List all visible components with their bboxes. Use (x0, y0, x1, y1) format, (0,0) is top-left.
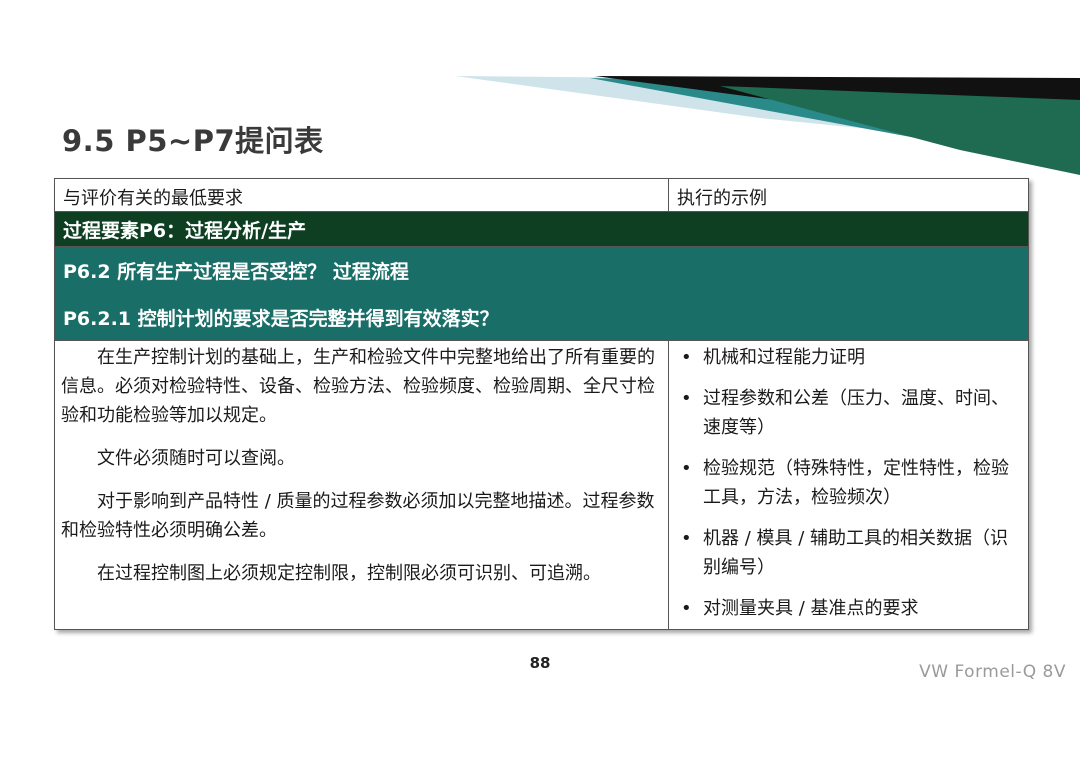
example-text: 机器 / 模具 / 辅助工具的相关数据（识别编号） (703, 528, 1009, 578)
requirement-paragraph: 在过程控制图上必须规定控制限，控制限必须可识别、可追溯。 (97, 563, 601, 584)
list-item: • 检验规范（特殊特性，定性特性，检验工具，方法，检验频次） (677, 454, 1022, 512)
examples-cell: • 机械和过程能力证明 • 过程参数和公差（压力、温度、时间、速度等） • 检验规范（… (669, 341, 1028, 629)
table-header-row: 与评价有关的最低要求 执行的示例 (55, 179, 1028, 212)
header-examples: 执行的示例 (677, 188, 767, 209)
bullet-icon: • (681, 598, 692, 619)
requirement-paragraph: 对于影响到产品特性 / 质量的过程参数必须加以完整地描述。过程参数和检验特性必须… (61, 491, 655, 541)
requirement-paragraph: 在生产控制计划的基础上，生产和检验文件中完整地给出了所有重要的信息。必须对检验特… (61, 347, 655, 426)
question-row: P6.2.1 控制计划的要求是否完整并得到有效落实？ (55, 294, 1028, 341)
requirements-table: 与评价有关的最低要求 执行的示例 过程要素P6：过程分析/生产 P6.2 所有生… (54, 178, 1029, 630)
slide-title: 9.5 P5~P7提问表 (62, 124, 324, 158)
header-min-requirements: 与评价有关的最低要求 (55, 179, 669, 211)
table-body-row: 在生产控制计划的基础上，生产和检验文件中完整地给出了所有重要的信息。必须对检验特… (55, 341, 1028, 629)
footer-brand: VW Formel-Q 8V (919, 662, 1066, 682)
requirements-cell: 在生产控制计划的基础上，生产和检验文件中完整地给出了所有重要的信息。必须对检验特… (55, 341, 669, 629)
section-row: P6.2 所有生产过程是否受控？ 过程流程 (55, 247, 1028, 294)
bullet-icon: • (681, 458, 692, 479)
requirement-paragraph: 文件必须随时可以查阅。 (97, 448, 295, 469)
bullet-icon: • (681, 347, 692, 368)
example-text: 过程参数和公差（压力、温度、时间、速度等） (703, 388, 1009, 438)
list-item: • 对测量夹具 / 基准点的要求 (677, 594, 1022, 623)
swoosh-light-band (455, 76, 1080, 150)
bullet-icon: • (681, 388, 692, 409)
swoosh-green-band (720, 86, 1080, 175)
bullet-icon: • (681, 528, 692, 549)
process-element-row: 过程要素P6：过程分析/生产 (55, 212, 1028, 247)
example-text: 机械和过程能力证明 (703, 347, 865, 368)
list-item: • 机械和过程能力证明 (677, 343, 1022, 372)
page-number: 88 (529, 654, 551, 672)
examples-list: • 机械和过程能力证明 • 过程参数和公差（压力、温度、时间、速度等） • 检验规范（… (677, 343, 1022, 623)
swoosh-teal-band (590, 78, 1080, 168)
list-item: • 机器 / 模具 / 辅助工具的相关数据（识别编号） (677, 524, 1022, 582)
example-text: 检验规范（特殊特性，定性特性，检验工具，方法，检验频次） (703, 458, 1009, 508)
swoosh-dark-band (595, 76, 1080, 110)
example-text: 对测量夹具 / 基准点的要求 (703, 598, 919, 619)
list-item: • 过程参数和公差（压力、温度、时间、速度等） (677, 384, 1022, 442)
